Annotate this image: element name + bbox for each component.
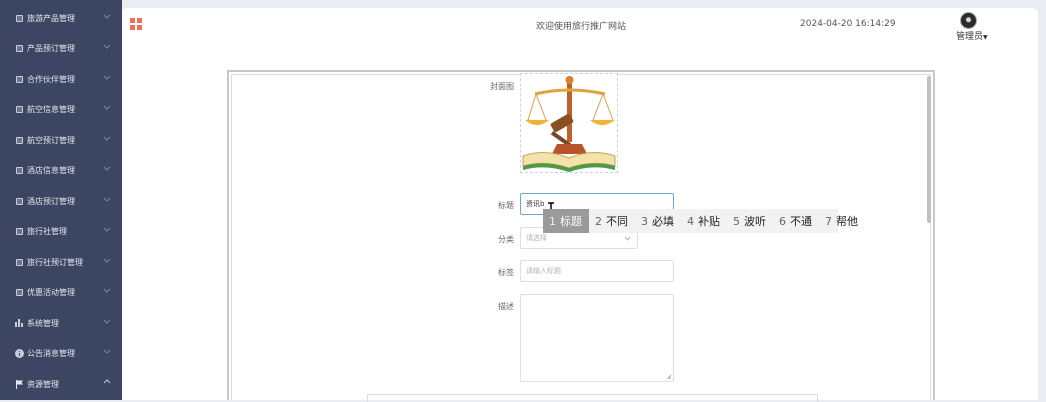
sidebar-item-tour-products[interactable]: 旅游产品管理 (0, 3, 122, 33)
chevron-down-icon (103, 349, 111, 354)
welcome-text: 欢迎使用旅行推广网站 (536, 22, 627, 32)
ime-candidate[interactable]: 7 帮他 (819, 209, 865, 233)
chevron-down-icon (103, 227, 111, 232)
sidebar-item-label: 产品预订管理 (27, 43, 75, 53)
user-name: 管理员 (956, 32, 984, 42)
ime-candidate-text: 必填 (652, 215, 674, 228)
bar-chart-icon (12, 319, 26, 327)
ime-candidate-number: 2 (595, 214, 602, 228)
sidebar-item-promotions[interactable]: 优惠活动管理 (0, 277, 122, 307)
title-label: 标题 (498, 201, 514, 210)
title-input-value: 资讯b (526, 200, 545, 208)
sidebar-item-travel-agency[interactable]: 旅行社管理 (0, 216, 122, 246)
ime-candidate[interactable]: 4 补贴 (681, 209, 727, 233)
chevron-down-icon (103, 258, 111, 263)
square-icon (12, 227, 26, 235)
ime-candidate-text: 不同 (606, 215, 628, 228)
rich-text-editor[interactable] (367, 394, 818, 402)
sidebar: 旅游产品管理 产品预订管理 合作伙伴管理 航空信息管理 航空预订管理 酒店信息管… (0, 0, 122, 400)
ime-candidate-number: 3 (641, 214, 648, 228)
square-icon (12, 75, 26, 83)
ime-candidate-number: 6 (779, 214, 786, 228)
chevron-down-icon (103, 75, 111, 80)
chevron-down-icon (103, 197, 111, 202)
sidebar-item-label: 资源管理 (27, 379, 59, 389)
sidebar-item-agency-booking[interactable]: 旅行社预订管理 (0, 247, 122, 277)
ime-candidate-number: 5 (733, 214, 740, 228)
category-placeholder: 请选择 (526, 234, 547, 242)
flag-icon (12, 379, 26, 389)
ime-candidate-text: 波听 (744, 215, 766, 228)
tag-placeholder: 请输入标题 (526, 267, 561, 275)
square-icon (12, 197, 26, 205)
square-icon (12, 44, 26, 52)
datetime-display: 2024-04-20 16:14:29 (800, 19, 896, 29)
chevron-down-icon (103, 288, 111, 293)
sidebar-item-flight-booking[interactable]: 航空预订管理 (0, 125, 122, 155)
sidebar-item-label: 旅游产品管理 (27, 13, 75, 23)
sidebar-item-label: 合作伙伴管理 (27, 74, 75, 84)
avatar[interactable] (960, 12, 977, 29)
sidebar-item-label: 旅行社管理 (27, 226, 67, 236)
ime-candidate[interactable]: 2 不同 (589, 209, 635, 233)
scales-of-justice-image (522, 76, 616, 172)
sidebar-item-label: 公告消息管理 (27, 348, 75, 358)
scrollbar[interactable] (927, 76, 931, 223)
ime-candidate-text: 不通 (790, 215, 812, 228)
sidebar-item-label: 优惠活动管理 (27, 287, 75, 297)
info-circle-icon (12, 348, 26, 358)
ime-candidate[interactable]: 3 必填 (635, 209, 681, 233)
menu-grid-icon[interactable] (130, 18, 142, 30)
sidebar-item-product-booking[interactable]: 产品预订管理 (0, 33, 122, 63)
ime-candidate[interactable]: 1 标题 (543, 209, 589, 233)
description-textarea[interactable] (520, 294, 674, 382)
sidebar-item-label: 航空信息管理 (27, 104, 75, 114)
square-icon (12, 288, 26, 296)
square-icon (12, 258, 26, 266)
ime-candidate-text: 补贴 (698, 215, 720, 228)
sidebar-item-system[interactable]: 系统管理 (0, 308, 122, 338)
ime-candidate-text: 帮他 (836, 215, 858, 228)
caret-down-icon: ▼ (983, 34, 988, 41)
sidebar-item-hotel-info[interactable]: 酒店信息管理 (0, 155, 122, 185)
chevron-up-icon (103, 379, 111, 384)
chevron-down-icon (103, 136, 111, 141)
sidebar-item-hotel-booking[interactable]: 酒店预订管理 (0, 186, 122, 216)
cover-label: 封面图 (490, 82, 514, 91)
tag-input[interactable]: 请输入标题 (520, 260, 674, 282)
square-icon (12, 105, 26, 113)
ime-candidate-number: 1 (549, 214, 556, 228)
tag-label: 标签 (498, 268, 514, 277)
ime-candidate-bar: 1 标题 2 不同 3 必填 4 补贴 5 波听 6 不通 7 帮他 (543, 209, 858, 233)
square-icon (12, 14, 26, 22)
chevron-down-icon (103, 14, 111, 19)
chevron-down-icon (103, 166, 111, 171)
ime-candidate-text: 标题 (560, 215, 582, 228)
square-icon (12, 166, 26, 174)
user-menu[interactable]: 管理员▼ (956, 29, 988, 42)
sidebar-item-label: 航空预订管理 (27, 135, 75, 145)
sidebar-item-flight-info[interactable]: 航空信息管理 (0, 94, 122, 124)
chevron-down-icon (103, 44, 111, 49)
chevron-down-icon (103, 319, 111, 324)
sidebar-item-label: 旅行社预订管理 (27, 257, 83, 267)
sidebar-item-label: 酒店信息管理 (27, 165, 75, 175)
ime-candidate[interactable]: 6 不通 (773, 209, 819, 233)
square-icon (12, 136, 26, 144)
main-panel: 欢迎使用旅行推广网站 2024-04-20 16:14:29 管理员▼ 封面图 (122, 8, 1038, 402)
ime-candidate-number: 4 (687, 214, 694, 228)
ime-candidate-number: 7 (825, 214, 832, 228)
cover-image-uploader[interactable] (520, 73, 618, 173)
chevron-down-icon (624, 236, 631, 241)
category-label: 分类 (498, 235, 514, 244)
sidebar-item-announcements[interactable]: 公告消息管理 (0, 338, 122, 368)
sidebar-item-label: 酒店预订管理 (27, 196, 75, 206)
sidebar-item-resources[interactable]: 资源管理 (0, 369, 122, 399)
chevron-down-icon (103, 105, 111, 110)
ime-candidate[interactable]: 5 波听 (727, 209, 773, 233)
sidebar-item-partners[interactable]: 合作伙伴管理 (0, 64, 122, 94)
resize-handle-icon[interactable] (666, 374, 672, 380)
sidebar-item-label: 系统管理 (27, 318, 59, 328)
description-label: 描述 (498, 302, 514, 311)
